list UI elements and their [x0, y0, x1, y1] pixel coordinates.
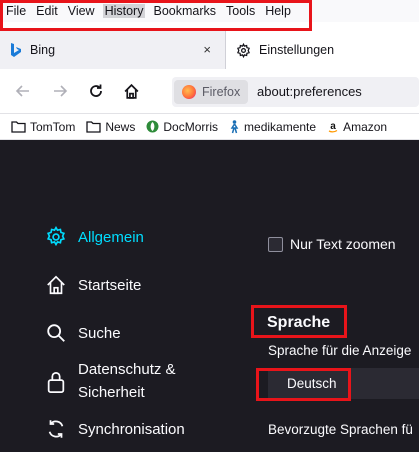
- svg-text:a: a: [330, 121, 336, 132]
- close-icon[interactable]: ×: [203, 42, 211, 57]
- bookmarks-toolbar: TomTom News DocMorris medikamente a Amaz…: [0, 114, 419, 140]
- sidebar-item-allgemein[interactable]: Allgemein: [44, 225, 144, 249]
- amazon-icon: a: [327, 120, 340, 133]
- gear-icon: [44, 225, 68, 249]
- sidebar-item-label: Allgemein: [78, 228, 144, 246]
- bookmark-label: News: [105, 119, 136, 134]
- navigation-toolbar: Firefox about:preferences: [0, 69, 419, 114]
- firefox-icon: [182, 85, 196, 99]
- sprache-highlight-box: [251, 305, 347, 338]
- sidebar-item-synchronisation[interactable]: Synchronisation: [44, 417, 185, 441]
- bookmark-label: TomTom: [30, 119, 76, 134]
- docmorris-icon: [146, 120, 159, 133]
- bing-icon: [10, 43, 22, 57]
- url-bar[interactable]: Firefox about:preferences: [172, 77, 419, 107]
- bookmark-medikamente[interactable]: medikamente: [229, 120, 316, 134]
- tab-bing[interactable]: Bing ×: [0, 31, 225, 69]
- sidebar-item-label-wrap: Datenschutz & Sicherheit: [78, 358, 176, 404]
- preferred-languages-description: Bevorzugte Sprachen fü: [268, 422, 413, 437]
- zoom-text-only-row[interactable]: Nur Text zoomen: [268, 236, 396, 252]
- back-arrow-icon[interactable]: [13, 81, 33, 101]
- gear-icon: [236, 42, 251, 58]
- bookmark-label: DocMorris: [163, 119, 219, 134]
- sidebar-item-label: Startseite: [78, 276, 142, 294]
- sidebar-item-datenschutz[interactable]: Datenschutz & Sicherheit: [44, 358, 176, 404]
- home-icon[interactable]: [121, 81, 141, 101]
- folder-icon: [11, 120, 26, 133]
- zoom-text-only-label: Nur Text zoomen: [290, 236, 396, 252]
- sidebar-item-label: Synchronisation: [78, 420, 185, 438]
- identity-box[interactable]: Firefox: [174, 80, 248, 104]
- lock-icon: [44, 370, 68, 394]
- folder-icon: [86, 120, 101, 133]
- figure-icon: [229, 119, 240, 134]
- sidebar-item-label: Suche: [78, 324, 121, 342]
- bookmark-label: Amazon: [343, 119, 388, 134]
- home-icon: [44, 273, 68, 297]
- bookmark-docmorris[interactable]: DocMorris: [146, 120, 218, 134]
- sync-icon: [44, 417, 68, 441]
- bookmark-label: medikamente: [244, 119, 317, 134]
- tab-einstellungen[interactable]: Einstellungen: [225, 31, 419, 69]
- bookmark-amazon[interactable]: a Amazon: [327, 120, 387, 134]
- preferences-content: Allgemein Startseite Suche Datenschutz &…: [0, 140, 419, 452]
- menu-bar-highlight-box: [0, 0, 312, 31]
- tab-label: Bing: [30, 43, 56, 57]
- sidebar-item-label: Datenschutz &: [78, 361, 176, 378]
- deutsch-highlight-box: [256, 368, 351, 401]
- bookmark-news[interactable]: News: [86, 120, 135, 134]
- reload-icon[interactable]: [86, 81, 106, 101]
- sidebar-item-label: Sicherheit: [78, 384, 145, 401]
- sidebar-item-startseite[interactable]: Startseite: [44, 273, 141, 297]
- language-description: Sprache für die Anzeige: [268, 343, 412, 358]
- identity-label: Firefox: [202, 85, 241, 99]
- zoom-text-only-checkbox[interactable]: [268, 236, 283, 252]
- sidebar-item-suche[interactable]: Suche: [44, 321, 121, 345]
- search-icon: [44, 321, 68, 345]
- forward-arrow-icon[interactable]: [50, 81, 70, 101]
- tab-label: Einstellungen: [259, 43, 335, 57]
- tab-strip: Bing × Einstellungen: [0, 31, 419, 69]
- bookmark-tomtom[interactable]: TomTom: [11, 120, 75, 134]
- url-text[interactable]: about:preferences: [257, 84, 362, 99]
